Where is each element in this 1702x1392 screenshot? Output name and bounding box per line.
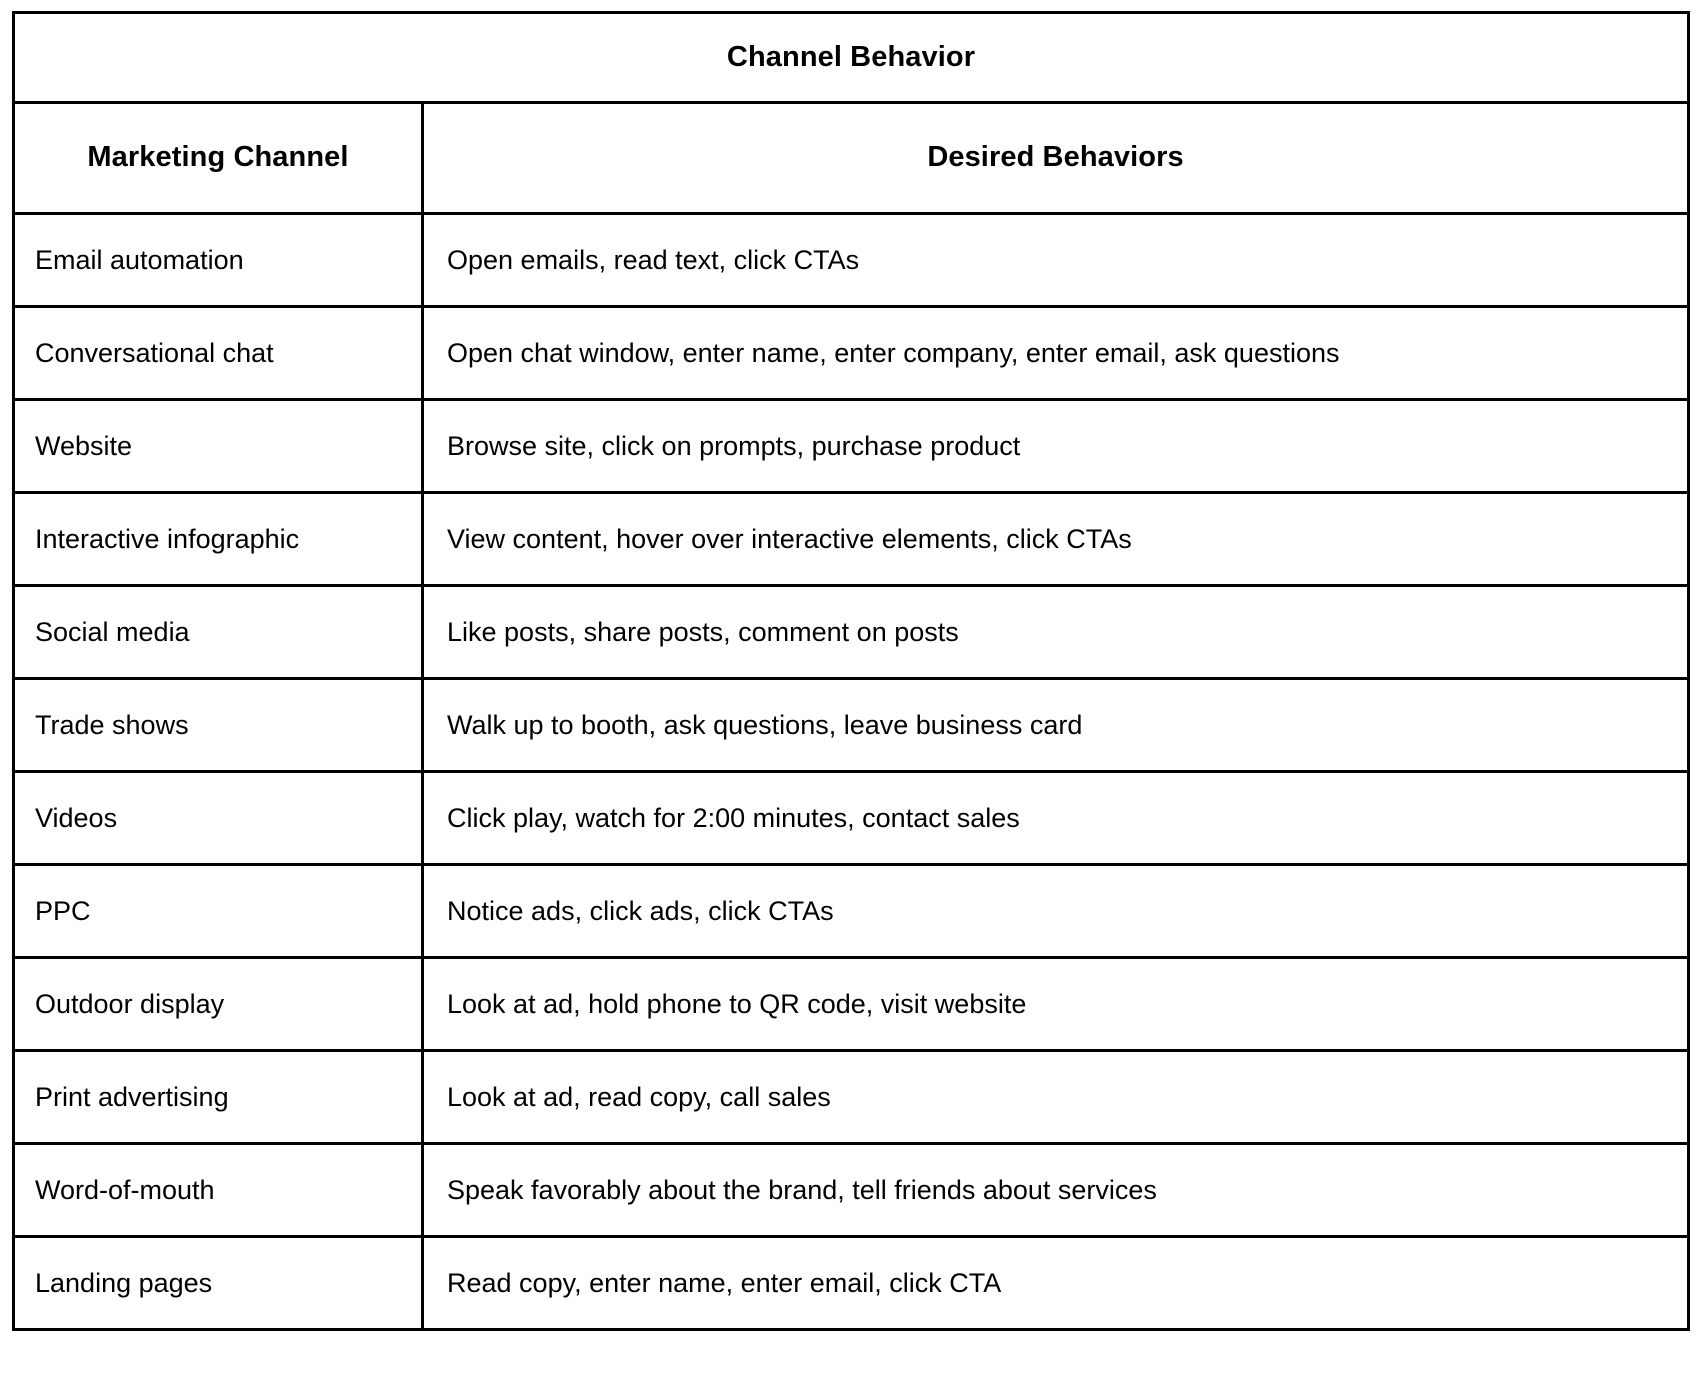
cell-marketing-channel: Website [12,398,424,494]
table-body: Channel Behavior Marketing Channel Desir… [11,11,1691,1331]
table-row: Social media Like posts, share posts, co… [12,584,1691,680]
table-row: Videos Click play, watch for 2:00 minute… [12,770,1691,866]
table-row: Landing pages Read copy, enter name, ent… [12,1235,1691,1331]
column-header-marketing-channel: Marketing Channel [12,101,424,215]
cell-marketing-channel: Conversational chat [12,305,424,401]
column-header-label: Marketing Channel [87,141,349,174]
cell-desired-behaviors: Like posts, share posts, comment on post… [420,584,1691,680]
document-canvas: Channel Behavior Marketing Channel Desir… [0,0,1702,1392]
behavior-description: Notice ads, click ads, click CTAs [447,895,834,926]
cell-marketing-channel: Landing pages [12,1235,424,1331]
table-row: Trade shows Walk up to booth, ask questi… [12,677,1691,773]
channel-name: Outdoor display [35,988,225,1019]
channel-name: Social media [35,616,190,647]
cell-desired-behaviors: Open emails, read text, click CTAs [420,212,1691,308]
table-title-row: Channel Behavior [11,11,1691,104]
behavior-description: Browse site, click on prompts, purchase … [447,430,1021,461]
cell-marketing-channel: Print advertising [12,1049,424,1145]
cell-marketing-channel: Email automation [12,212,424,308]
behavior-description: View content, hover over interactive ele… [447,523,1132,554]
behavior-description: Read copy, enter name, enter email, clic… [447,1267,1002,1298]
cell-marketing-channel: Interactive infographic [12,491,424,587]
cell-marketing-channel: Social media [12,584,424,680]
behavior-description: Click play, watch for 2:00 minutes, cont… [447,802,1020,833]
cell-desired-behaviors: Browse site, click on prompts, purchase … [420,398,1691,494]
table-row: Word-of-mouth Speak favorably about the … [12,1142,1691,1238]
cell-desired-behaviors: Click play, watch for 2:00 minutes, cont… [420,770,1691,866]
channel-name: Interactive infographic [35,523,300,554]
channel-name: Website [35,430,133,461]
table-header-row: Marketing Channel Desired Behaviors [12,101,1691,215]
cell-desired-behaviors: Look at ad, hold phone to QR code, visit… [420,956,1691,1052]
cell-desired-behaviors: Notice ads, click ads, click CTAs [420,863,1691,959]
cell-marketing-channel: Word-of-mouth [12,1142,424,1238]
cell-marketing-channel: PPC [12,863,424,959]
cell-marketing-channel: Videos [12,770,424,866]
behavior-description: Speak favorably about the brand, tell fr… [447,1174,1157,1205]
table-row: Conversational chat Open chat window, en… [12,305,1691,401]
channel-name: Word-of-mouth [35,1174,215,1205]
cell-desired-behaviors: Walk up to booth, ask questions, leave b… [420,677,1691,773]
cell-marketing-channel: Trade shows [12,677,424,773]
cell-desired-behaviors: View content, hover over interactive ele… [420,491,1691,587]
behavior-description: Look at ad, hold phone to QR code, visit… [447,988,1027,1019]
cell-desired-behaviors: Open chat window, enter name, enter comp… [420,305,1691,401]
table-row: Website Browse site, click on prompts, p… [12,398,1691,494]
cell-desired-behaviors: Read copy, enter name, enter email, clic… [420,1235,1691,1331]
channel-name: Print advertising [35,1081,229,1112]
channel-name: Trade shows [35,709,189,740]
column-header-desired-behaviors: Desired Behaviors [420,101,1691,215]
behavior-description: Open chat window, enter name, enter comp… [447,337,1340,368]
table-row: Email automation Open emails, read text,… [12,212,1691,308]
channel-name: Email automation [35,244,244,275]
table-row: Interactive infographic View content, ho… [12,491,1691,587]
behavior-description: Open emails, read text, click CTAs [447,244,860,275]
cell-desired-behaviors: Speak favorably about the brand, tell fr… [420,1142,1691,1238]
table-row: PPC Notice ads, click ads, click CTAs [12,863,1691,959]
table-row: Outdoor display Look at ad, hold phone t… [12,956,1691,1052]
table-title-cell: Channel Behavior [11,11,1691,104]
channel-name: Landing pages [35,1267,213,1298]
behavior-description: Walk up to booth, ask questions, leave b… [447,709,1083,740]
behavior-description: Look at ad, read copy, call sales [447,1081,831,1112]
channel-name: Conversational chat [35,337,274,368]
cell-desired-behaviors: Look at ad, read copy, call sales [420,1049,1691,1145]
behavior-description: Like posts, share posts, comment on post… [447,616,959,647]
channel-name: PPC [35,895,91,926]
cell-marketing-channel: Outdoor display [12,956,424,1052]
column-header-label: Desired Behaviors [927,141,1184,174]
channel-name: Videos [35,802,118,833]
page-title: Channel Behavior [726,40,976,73]
table-row: Print advertising Look at ad, read copy,… [12,1049,1691,1145]
channel-behavior-table: Channel Behavior Marketing Channel Desir… [11,11,1691,1331]
